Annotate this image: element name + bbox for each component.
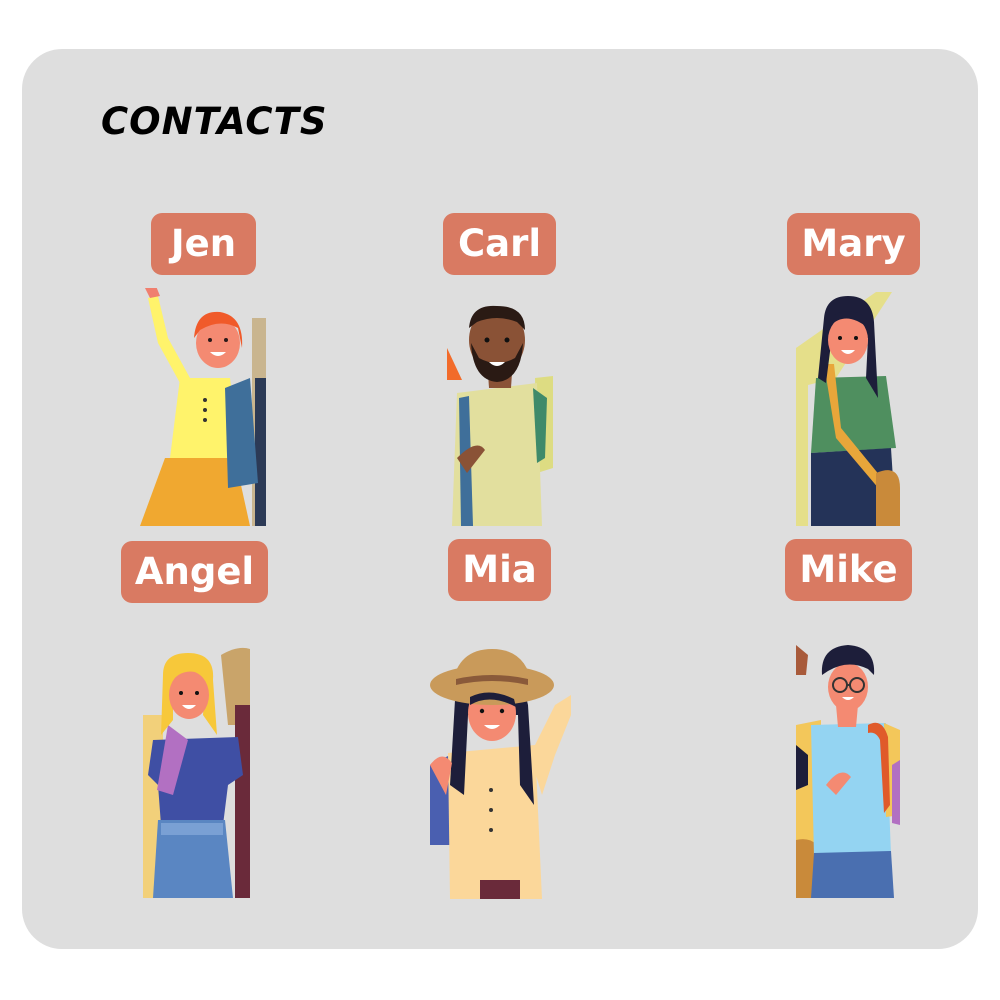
- contact-name-mary: Mary: [787, 213, 920, 275]
- avatar-angel: [143, 645, 250, 898]
- avatar-mike: [796, 645, 900, 898]
- avatar-carl: [447, 288, 553, 526]
- contact-name-jen: Jen: [151, 213, 256, 275]
- contact-name-mike: Mike: [785, 539, 912, 601]
- contact-name-carl: Carl: [443, 213, 556, 275]
- contact-name-angel: Angel: [121, 541, 268, 603]
- avatar-mia: [430, 645, 571, 899]
- page-title: CONTACTS: [101, 100, 328, 143]
- contact-name-mia: Mia: [448, 539, 551, 601]
- avatar-mary: [796, 288, 900, 526]
- avatar-jen: [140, 288, 266, 526]
